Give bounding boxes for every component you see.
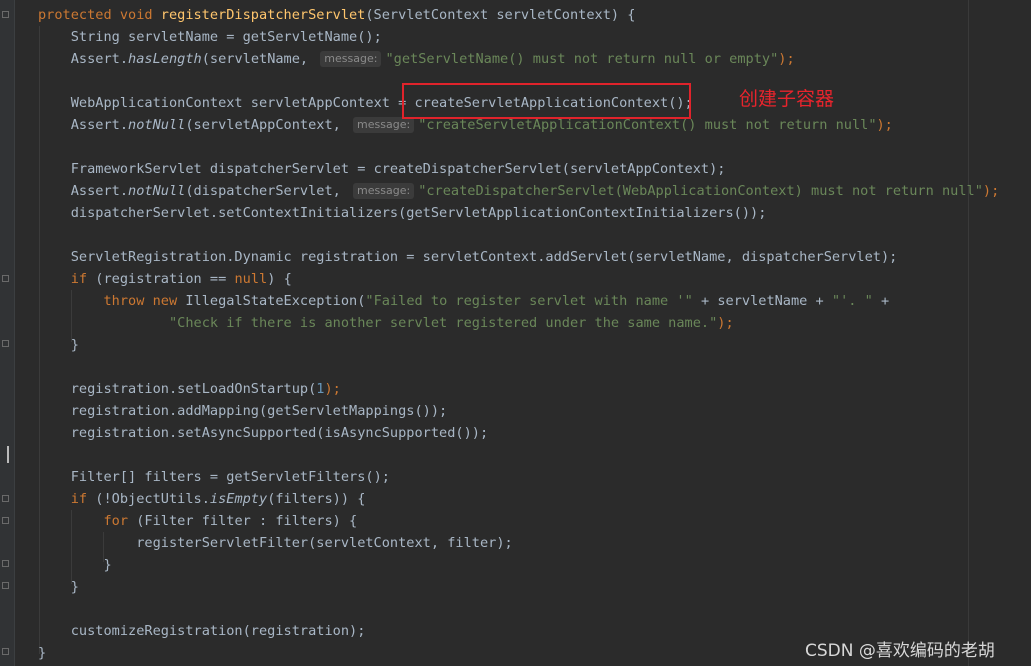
fold-marker-icon[interactable] (2, 560, 9, 567)
code-line: Assert.notNull(dispatcherServlet, messag… (38, 180, 999, 202)
code-text: registerServletFilter(servletContext, fi… (136, 535, 513, 551)
code-line: Assert.hasLength(servletName, message: "g… (38, 48, 999, 70)
code-line: } (38, 334, 999, 356)
code-line: if (registration == null) { (38, 268, 999, 290)
code-text: (registration == (87, 271, 235, 287)
fold-marker-icon[interactable] (2, 648, 9, 655)
code-line: String servletName = getServletName(); (38, 26, 999, 48)
code-text: dispatcherServlet.setContextInitializers… (70, 205, 767, 221)
code-text: ); (982, 183, 1000, 199)
code-text: ); (324, 381, 341, 397)
param-hint: message: (353, 117, 415, 133)
annotation-label: 创建子容器 (739, 88, 835, 110)
code-text: notNull (128, 183, 186, 199)
string-literal: "Check if there is another servlet regis… (168, 315, 718, 331)
text-caret (7, 446, 9, 463)
code-text: registration.addMapping(getServletMappin… (70, 403, 448, 419)
code-text: ); (778, 51, 795, 67)
code-text: + servletName + (692, 293, 832, 309)
code-text: WebApplicationContext servletAppContext … (70, 95, 415, 111)
code-text: isEmpty (209, 491, 268, 507)
code-line: if (!ObjectUtils.isEmpty(filters)) { (38, 488, 999, 510)
fold-marker-icon[interactable] (2, 495, 9, 502)
code-text: Assert. (70, 51, 129, 67)
code-text: } (38, 645, 47, 661)
code-text: Assert. (70, 183, 129, 199)
code-text: ); (717, 315, 734, 331)
code-line: "Check if there is another servlet regis… (38, 312, 999, 334)
keyword: null (234, 271, 268, 287)
code-text: customizeRegistration(registration); (70, 623, 366, 639)
code-text: } (103, 557, 112, 573)
code-text: (!ObjectUtils. (87, 491, 210, 507)
string-literal: "createDispatcherServlet(WebApplicationC… (418, 183, 983, 199)
keyword: if (70, 491, 88, 507)
code-text: + (872, 293, 890, 309)
code-line: dispatcherServlet.setContextInitializers… (38, 202, 999, 224)
string-literal: "'. " (831, 293, 873, 309)
code-line: FrameworkServlet dispatcherServlet = cre… (38, 158, 999, 180)
code-text: notNull (128, 117, 186, 133)
param-hint: message: (320, 51, 382, 67)
code-text: } (70, 579, 79, 595)
watermark: CSDN @喜欢编码的老胡 (805, 641, 995, 661)
code-line: for (Filter filter : filters) { (38, 510, 999, 532)
fold-marker-icon[interactable] (2, 11, 9, 18)
method-params: (ServletContext servletContext) { (365, 7, 636, 23)
code-text: (filters)) { (267, 491, 366, 507)
code-line: registration.setLoadOnStartup(1); (38, 378, 999, 400)
code-line: registration.setAsyncSupported(isAsyncSu… (38, 422, 999, 444)
fold-marker-icon[interactable] (2, 582, 9, 589)
code-text: ); (876, 117, 893, 133)
string-literal: "getServletName() must not return null o… (385, 51, 779, 67)
code-text: hasLength (128, 51, 202, 67)
code-text: } (70, 337, 79, 353)
code-text: (servletAppContext, (185, 117, 350, 133)
fold-marker-icon[interactable] (2, 340, 9, 347)
code-line: registration.addMapping(getServletMappin… (38, 400, 999, 422)
code-line: ServletRegistration.Dynamic registration… (38, 246, 999, 268)
string-literal: "createServletApplicationContext() must … (418, 117, 877, 133)
code-text: String servletName = getServletName(); (70, 29, 382, 45)
code-text: Filter[] filters = getServletFilters(); (70, 469, 390, 485)
code-text: registration.setLoadOnStartup( (70, 381, 317, 397)
fold-marker-icon[interactable] (2, 275, 9, 282)
editor-gutter (0, 0, 15, 666)
code-line: protected void registerDispatcherServlet… (38, 4, 999, 26)
code-text: (Filter filter : filters) { (128, 513, 358, 529)
code-line: } (38, 554, 999, 576)
keyword: new (152, 293, 178, 309)
modifiers: protected void (38, 7, 161, 23)
code-line: Filter[] filters = getServletFilters(); (38, 466, 999, 488)
code-line: registerServletFilter(servletContext, fi… (38, 532, 999, 554)
code-text: (dispatcherServlet, (185, 183, 350, 199)
keyword: for (103, 513, 129, 529)
string-literal: "Failed to register servlet with name '" (365, 293, 693, 309)
code-line: } (38, 576, 999, 598)
keyword: if (70, 271, 88, 287)
code-text: Assert. (70, 117, 129, 133)
code-text: (servletName, (201, 51, 317, 67)
highlight-box (402, 83, 691, 119)
code-text: IllegalStateException( (177, 293, 366, 309)
keyword: throw (103, 293, 145, 309)
code-line: throw new IllegalStateException("Failed … (38, 290, 999, 312)
code-text: ServletRegistration.Dynamic registration… (70, 249, 898, 265)
method-name: registerDispatcherServlet (160, 7, 366, 23)
fold-marker-icon[interactable] (2, 517, 9, 524)
code-text: registration.setAsyncSupported(isAsyncSu… (70, 425, 489, 441)
code-text: FrameworkServlet dispatcherServlet = cre… (70, 161, 726, 177)
param-hint: message: (353, 183, 415, 199)
code-text: ) { (267, 271, 292, 287)
